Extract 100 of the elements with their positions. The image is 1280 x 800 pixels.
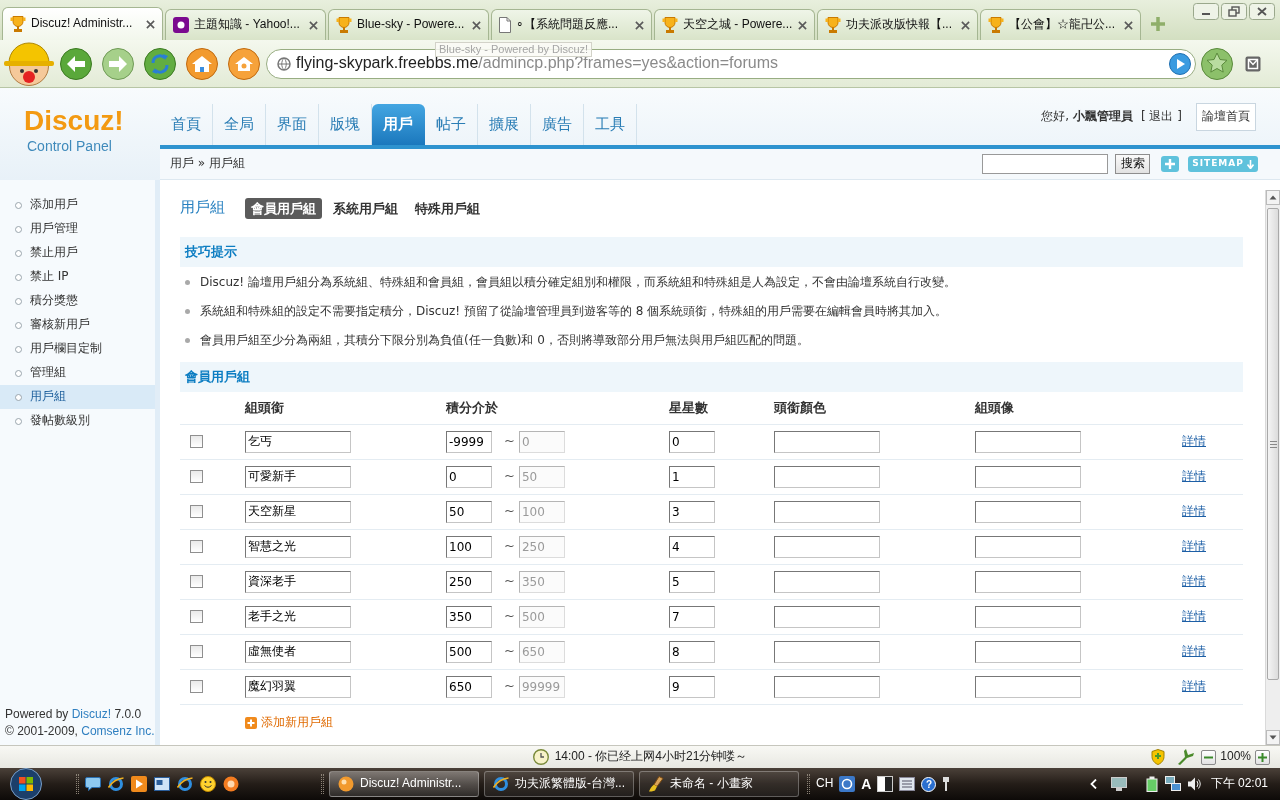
score-min-input[interactable]: 50 [446,500,492,523]
close-icon[interactable] [1249,3,1275,20]
help-button[interactable]: ? [921,776,937,792]
group-avatar-input[interactable] [975,430,1081,453]
scroll-up-icon[interactable] [1266,190,1280,205]
title-input[interactable]: 可愛新手 [245,465,351,488]
browser-icon[interactable] [177,776,193,792]
star-count-input[interactable]: 7 [669,605,715,628]
speaker-icon[interactable] [1186,777,1201,791]
sidebar-item[interactable]: 禁止用戶 [0,241,155,265]
title-input[interactable]: 魔幻羽翼 [245,675,351,698]
language-indicator[interactable]: CH [816,776,834,792]
scroll-down-icon[interactable] [1266,730,1280,745]
round-emblem-icon[interactable] [223,776,239,792]
shield-icon[interactable] [1151,749,1166,765]
scrollbar-thumb[interactable] [1267,208,1279,680]
group-avatar-input[interactable] [975,640,1081,663]
taskbar-button[interactable]: 未命名 - 小畫家 [639,771,799,797]
close-icon[interactable] [635,20,644,30]
detail-link[interactable]: 詳情 [1182,678,1206,693]
star-count-input[interactable]: 8 [669,640,715,663]
small-handle-icon[interactable] [942,777,951,791]
minimize-icon[interactable] [1193,3,1219,20]
browser-tab[interactable]: 【公會】☆龍卍公... [980,9,1141,40]
score-min-input[interactable]: 0 [446,465,492,488]
browser-tab[interactable]: Blue-sky - Powere... [328,9,489,40]
close-icon[interactable] [309,20,318,30]
smiley-icon[interactable] [200,776,216,792]
star-count-input[interactable]: 0 [669,430,715,453]
sidebar-item[interactable]: 禁止 IP [0,265,155,289]
window-icon[interactable] [154,776,170,792]
sidebar-item[interactable]: 用戶管理 [0,217,155,241]
battery-plug-icon[interactable] [1144,776,1159,792]
sidebar-item[interactable]: 用戶組 [0,385,155,409]
sidebar-item[interactable]: 添加用戶 [0,193,155,217]
title-color-input[interactable] [774,465,880,488]
title-color-input[interactable] [774,605,880,628]
cartoon-mascot-icon[interactable] [3,41,55,86]
browser-tab[interactable]: 功夫派改版快報【... [817,9,978,40]
row-checkbox[interactable] [190,609,203,623]
sidebar-item[interactable]: 用戶欄目定制 [0,337,155,361]
search-field[interactable] [982,154,1108,174]
score-min-input[interactable]: 500 [446,640,492,663]
sidebar-item[interactable]: 管理組 [0,361,155,385]
restore-icon[interactable] [1221,3,1247,20]
monitor-icon[interactable] [1110,776,1127,792]
row-checkbox[interactable] [190,504,203,518]
row-checkbox[interactable] [190,679,203,693]
star-count-input[interactable]: 4 [669,535,715,558]
scrollbar[interactable] [1265,190,1280,745]
footer-link[interactable]: Discuz! [71,707,112,721]
group-tab[interactable]: 特殊用戶組 [409,197,486,219]
group-avatar-input[interactable] [975,605,1081,628]
row-checkbox[interactable] [190,469,203,483]
sidebar-item[interactable]: 發帖數級別 [0,409,155,433]
forward-icon[interactable] [102,47,134,80]
group-avatar-input[interactable] [975,570,1081,593]
title-input[interactable]: 資深老手 [245,570,351,593]
half-square-icon[interactable] [877,776,894,792]
group-tab[interactable]: 會員用戶組 [245,197,322,219]
start-button[interactable] [10,768,42,800]
taskbar-clock[interactable]: 下午 02:01 [1210,776,1268,792]
house-icon[interactable] [228,47,260,80]
detail-link[interactable]: 詳情 [1182,573,1206,588]
refresh-icon[interactable] [144,47,176,80]
back-icon[interactable] [60,47,92,80]
detail-link[interactable]: 詳情 [1182,468,1206,483]
score-min-input[interactable]: -9999 [446,430,492,453]
sidebar-item[interactable]: 積分獎懲 [0,289,155,313]
score-min-input[interactable]: 650 [446,675,492,698]
title-color-input[interactable] [774,570,880,593]
detail-link[interactable]: 詳情 [1182,503,1206,518]
chevron-left-icon[interactable] [1089,779,1097,789]
score-min-input[interactable]: 250 [446,570,492,593]
close-icon[interactable] [961,20,970,30]
row-checkbox[interactable] [190,434,203,448]
logout-link[interactable]: [ 退出 ] [1141,108,1182,125]
score-min-input[interactable]: 350 [446,605,492,628]
close-icon[interactable] [472,20,481,30]
star-count-input[interactable]: 5 [669,570,715,593]
group-avatar-input[interactable] [975,535,1081,558]
group-avatar-input[interactable] [975,675,1081,698]
star-count-input[interactable]: 9 [669,675,715,698]
score-min-input[interactable]: 100 [446,535,492,558]
title-input[interactable]: 虛無使者 [245,640,351,663]
title-color-input[interactable] [774,500,880,523]
taskbar-button[interactable]: 功夫派繁體版-台灣... [484,771,634,797]
group-avatar-input[interactable] [975,465,1081,488]
row-checkbox[interactable] [190,539,203,553]
detail-link[interactable]: 詳情 [1182,433,1206,448]
forum-home-button[interactable]: 論壇首頁 [1196,102,1256,131]
group-tab[interactable]: 系統用戶組 [327,197,404,219]
search-button[interactable]: 搜索 [1115,154,1150,174]
browser-tab[interactable]: ∘【系統問題反應... [491,9,652,40]
title-color-input[interactable] [774,535,880,558]
browser-icon[interactable] [108,776,124,792]
zoom-out-button[interactable] [1201,749,1217,765]
plane-icon[interactable] [1177,749,1196,765]
star-count-input[interactable]: 1 [669,465,715,488]
title-input[interactable]: 老手之光 [245,605,351,628]
